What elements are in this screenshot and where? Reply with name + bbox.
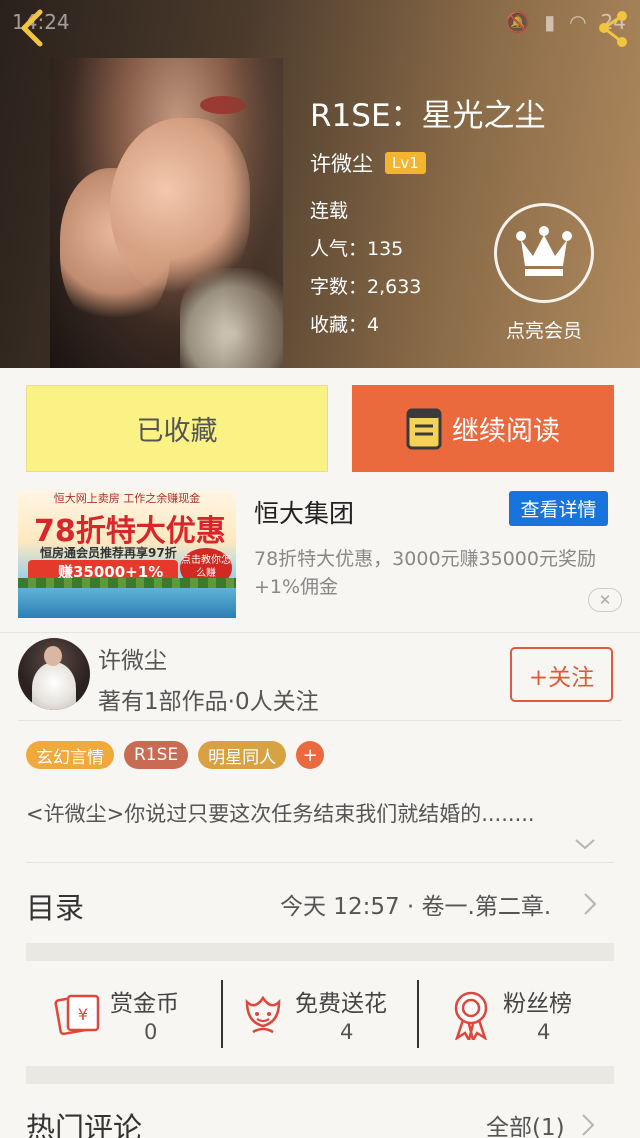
section-gap <box>26 1066 614 1084</box>
vip-label[interactable]: 点亮会员 <box>485 316 603 343</box>
divider <box>26 862 614 863</box>
divider <box>18 720 622 721</box>
stat-value: 4 <box>537 1020 551 1044</box>
book-title: R1SE：星光之尘 <box>310 98 546 134</box>
tag-item[interactable]: 玄幻言情 <box>26 741 114 769</box>
level-badge: Lv1 <box>385 152 426 174</box>
tag-item[interactable]: 明星同人 <box>198 741 287 769</box>
back-icon[interactable] <box>16 8 50 48</box>
ad-close-button[interactable]: ✕ <box>588 588 622 612</box>
chevron-right-icon[interactable] <box>580 1112 596 1138</box>
all-comments-link[interactable]: 全部(1) <box>486 1108 565 1138</box>
ad-banner-image[interactable]: 恒大网上卖房 工作之余赚现金 78折特大优惠 恒房通会员推荐再享97折 赚350… <box>18 490 236 618</box>
mute-icon: 🔕 <box>505 10 531 34</box>
favorite-count: 收藏：4 <box>310 314 380 336</box>
author-avatar[interactable] <box>18 638 90 710</box>
signal-icon: ▮ <box>544 10 556 34</box>
svg-text:¥: ¥ <box>78 1005 88 1024</box>
word-count: 字数：2,633 <box>310 276 422 298</box>
avatar-figure <box>32 662 76 710</box>
ad-description[interactable]: 78折特大优惠，3000元赚35000元奖励+1%佣金 <box>254 545 626 601</box>
stat-value: 4 <box>340 1020 354 1044</box>
wifi-icon: ◠ <box>569 10 587 34</box>
ad-banner-sub-text: 恒房通会员推荐再享97折 <box>40 546 177 560</box>
toc-latest-chapter[interactable]: 今天 12:57 · 卷一.第二章. <box>280 887 576 921</box>
synopsis-text[interactable]: <许微尘>你说过只要这次任务结束我们就结婚的........ <box>26 798 616 828</box>
reward-coins-item[interactable]: ¥ 赏金币 0 <box>26 980 221 1050</box>
toc-title[interactable]: 目录 <box>26 885 84 927</box>
tag-item[interactable]: R1SE <box>124 741 189 769</box>
flower-icon <box>245 995 281 1034</box>
ad-detail-button[interactable]: 查看详情 <box>509 491 608 526</box>
section-gap <box>26 943 614 961</box>
avatar-head <box>44 646 62 666</box>
continue-reading-button[interactable]: 继续阅读 <box>352 385 614 472</box>
add-tag-button[interactable]: + <box>296 741 325 769</box>
author-card-name[interactable]: 许微尘 <box>98 641 167 675</box>
author-card-info: 著有1部作品·0人关注 <box>98 689 319 715</box>
popularity-count: 人气：135 <box>310 238 404 260</box>
chevron-right-icon[interactable] <box>582 891 598 917</box>
vip-button[interactable] <box>494 203 594 303</box>
serial-status: 连载 <box>310 200 349 222</box>
tag-list: 玄幻言情 R1SE 明星同人 + <box>26 741 325 769</box>
divider <box>0 632 640 633</box>
chevron-down-icon[interactable] <box>573 834 597 854</box>
status-bar: 14:24 🔕 ▮ ◠ 24 <box>0 0 640 44</box>
favorited-button[interactable]: 已收藏 <box>26 385 328 472</box>
free-flowers-item[interactable]: 免费送花 4 <box>223 980 417 1050</box>
hot-comments-title: 热门评论 <box>26 1111 143 1138</box>
ad-title[interactable]: 恒大集团 <box>254 494 354 530</box>
share-icon[interactable] <box>596 8 630 48</box>
author-name[interactable]: 许微尘 <box>310 148 373 178</box>
fan-ranking-item[interactable]: 粉丝榜 4 <box>419 980 614 1050</box>
book-header: 14:24 🔕 ▮ ◠ 24 R1SE：星光之尘 许微尘 Lv1 连载 人气：1… <box>0 0 640 368</box>
follow-button[interactable]: +关注 <box>510 647 613 702</box>
ad-banner-water <box>18 588 236 618</box>
crown-icon <box>516 226 572 276</box>
continue-reading-label: 继续阅读 <box>452 416 560 447</box>
book-icon <box>406 408 442 449</box>
cover-shadow <box>223 58 283 368</box>
stat-value: 0 <box>144 1020 158 1044</box>
red-envelope-icon: ¥ <box>54 994 100 1036</box>
stat-label: 免费送花 <box>295 991 387 1017</box>
book-cover <box>50 58 283 368</box>
stat-label: 粉丝榜 <box>503 991 572 1017</box>
stat-label: 赏金币 <box>110 991 179 1017</box>
medal-icon <box>454 991 488 1040</box>
author-row: 许微尘 Lv1 <box>310 148 426 178</box>
